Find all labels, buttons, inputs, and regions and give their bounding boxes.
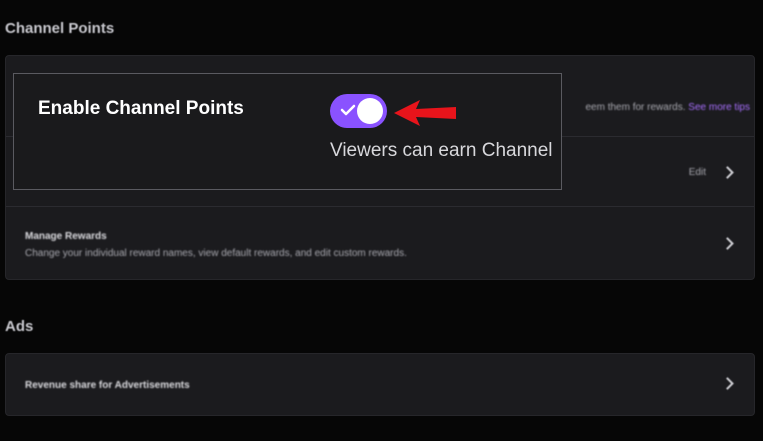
chevron-right-icon[interactable] bbox=[721, 377, 734, 390]
chevron-right-icon[interactable] bbox=[721, 166, 734, 179]
revenue-share-row[interactable]: Revenue share for Advertisements bbox=[6, 354, 754, 417]
toggle-knob bbox=[357, 98, 383, 124]
manage-rewards-row[interactable]: Manage Rewards Change your individual re… bbox=[6, 206, 754, 281]
manage-rewards-title: Manage Rewards bbox=[25, 231, 107, 242]
ads-card: Revenue share for Advertisements bbox=[5, 353, 755, 416]
manage-rewards-description: Change your individual reward names, vie… bbox=[25, 248, 407, 259]
enable-channel-points-toggle[interactable] bbox=[330, 94, 387, 128]
enable-channel-points-description: Viewers can earn Channel bbox=[330, 140, 553, 161]
ads-section-title: Ads bbox=[5, 318, 34, 335]
enable-channel-points-callout: Enable Channel Points Viewers can earn C… bbox=[13, 73, 562, 190]
channel-points-section-title: Channel Points bbox=[5, 20, 115, 37]
channel-points-intro: eem them for rewards. See more tips bbox=[585, 102, 750, 113]
chevron-right-icon[interactable] bbox=[721, 237, 734, 250]
edit-label[interactable]: Edit bbox=[689, 167, 706, 178]
see-more-tips-link[interactable]: See more tips bbox=[688, 102, 750, 113]
check-icon bbox=[340, 104, 356, 116]
settings-page: Channel Points eem them for rewards. See… bbox=[0, 0, 763, 441]
red-arrow-icon bbox=[394, 100, 456, 126]
revenue-share-label: Revenue share for Advertisements bbox=[25, 380, 190, 391]
intro-text: eem them for rewards. bbox=[585, 102, 686, 113]
enable-channel-points-label: Enable Channel Points bbox=[38, 98, 244, 119]
